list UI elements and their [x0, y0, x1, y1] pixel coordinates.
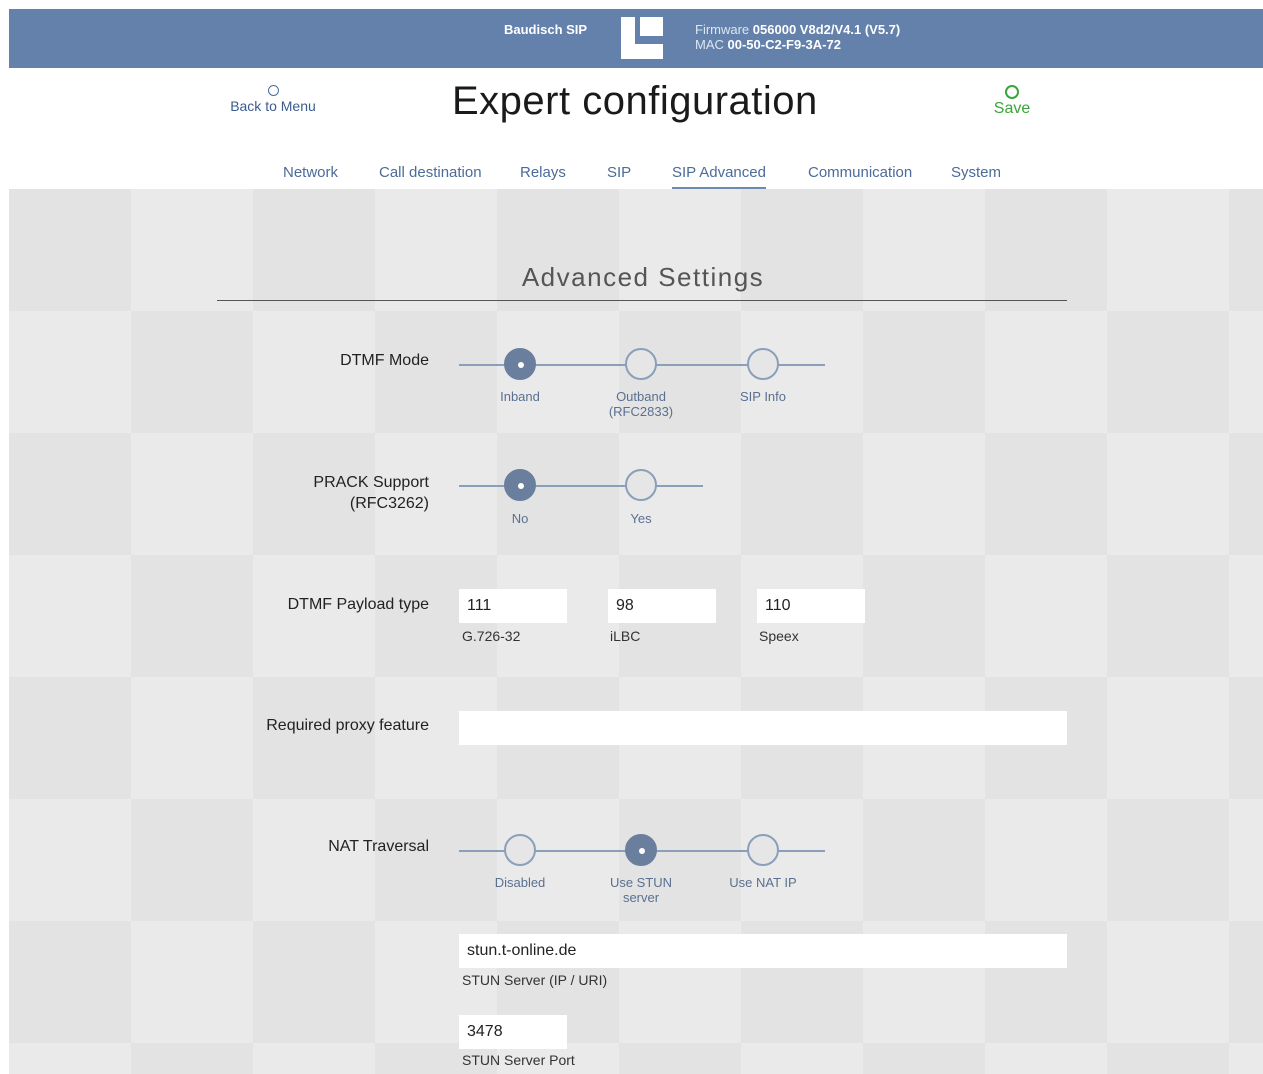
stun-port-input[interactable] [459, 1015, 567, 1049]
firmware-info: Firmware 056000 V8d2/V4.1 (V5.7) MAC 00-… [695, 22, 900, 52]
nat-traversal-label: NAT Traversal [328, 838, 429, 855]
dtmf-payload-caption: iLBC [610, 628, 641, 644]
nat-option-nat-ip[interactable] [747, 834, 779, 866]
prack-option-label: Yes [630, 511, 652, 526]
tab-call-destination[interactable]: Call destination [379, 164, 482, 181]
nat-option-disabled[interactable] [504, 834, 536, 866]
nat-option-label: Use STUN server [609, 875, 673, 905]
dtmf-payload-caption: G.726-32 [462, 628, 521, 644]
tab-network[interactable]: Network [283, 164, 338, 181]
dtmf-payload-label: DTMF Payload type [287, 596, 429, 613]
section-divider [217, 300, 1067, 301]
tab-system[interactable]: System [951, 164, 1001, 181]
nat-option-stun[interactable] [625, 834, 657, 866]
back-to-menu-button[interactable]: Back to Menu [228, 85, 318, 114]
prack-option-no[interactable] [504, 469, 536, 501]
settings-panel: Advanced Settings DTMF Mode Inband Outba… [9, 189, 1263, 1074]
mac-value: 00-50-C2-F9-3A-72 [727, 37, 841, 52]
device-name: Baudisch SIP [504, 22, 588, 37]
dtmf-mode-option-inband[interactable] [504, 348, 536, 380]
dtmf-payload-caption: Speex [759, 628, 799, 644]
proxy-feature-input[interactable] [459, 711, 1067, 745]
prack-support-label: PRACK Support (RFC3262) [313, 474, 429, 512]
firmware-value: 056000 V8d2/V4.1 (V5.7) [752, 22, 901, 37]
prack-option-yes[interactable] [625, 469, 657, 501]
dtmf-mode-label: DTMF Mode [340, 352, 429, 369]
prack-option-label: No [511, 511, 529, 526]
save-circle-icon [1005, 85, 1019, 99]
dtmf-mode-option-label: SIP Info [739, 389, 786, 404]
tab-sip-advanced[interactable]: SIP Advanced [672, 164, 766, 189]
mac-label: MAC [695, 37, 724, 52]
firmware-label: Firmware [695, 22, 750, 37]
save-label: Save [993, 100, 1031, 117]
dtmf-mode-option-sip-info[interactable] [747, 348, 779, 380]
tab-communication[interactable]: Communication [808, 164, 912, 181]
top-bar: Baudisch SIP Firmware 056000 V8d2/V4.1 (… [9, 9, 1263, 68]
stun-server-caption: STUN Server (IP / URI) [462, 972, 608, 988]
dtmf-payload-g726-input[interactable] [459, 589, 567, 623]
page-title: Expert configuration [452, 79, 818, 123]
dtmf-mode-option-label: Inband [500, 389, 540, 404]
app-frame: Baudisch SIP Firmware 056000 V8d2/V4.1 (… [9, 9, 1263, 1074]
save-button[interactable]: Save [989, 85, 1035, 118]
dtmf-mode-option-outband[interactable] [625, 348, 657, 380]
dtmf-payload-ilbc-input[interactable] [608, 589, 716, 623]
section-title: Advanced Settings [521, 262, 765, 292]
baudisch-logo-icon [621, 17, 663, 59]
back-label: Back to Menu [230, 98, 316, 114]
tab-sip[interactable]: SIP [607, 164, 631, 181]
stun-port-caption: STUN Server Port [462, 1052, 575, 1068]
nat-option-label: Disabled [494, 875, 546, 890]
tab-bar: Network Call destination Relays SIP SIP … [9, 164, 1263, 190]
proxy-feature-label: Required proxy feature [266, 717, 429, 734]
prack-track [459, 485, 703, 487]
dtmf-payload-speex-input[interactable] [757, 589, 865, 623]
nat-option-label: Use NAT IP [729, 875, 797, 890]
tab-relays[interactable]: Relays [520, 164, 566, 181]
dtmf-mode-option-label: Outband (RFC2833) [608, 389, 674, 419]
circle-icon [267, 85, 279, 96]
stun-server-input[interactable] [459, 934, 1067, 968]
page-header: Back to Menu Expert configuration Save N… [9, 68, 1263, 189]
